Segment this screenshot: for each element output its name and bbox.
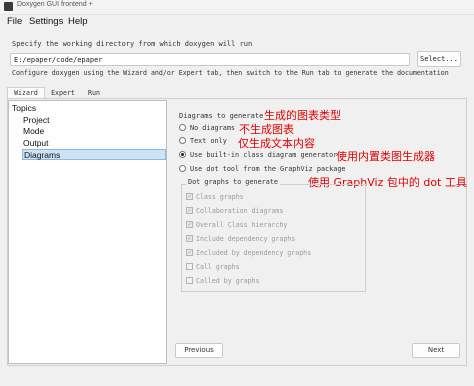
checkbox-call-graphs: Call graphs [186, 262, 240, 274]
radio-selected-icon [179, 150, 186, 158]
topic-mode[interactable]: Mode [23, 126, 44, 136]
checkbox-included-by: ✓ Included by dependency graphs [186, 248, 312, 257]
tab-run[interactable]: Run [80, 88, 108, 98]
configure-hint: Configure doxygen using the Wizard and/o… [12, 69, 449, 77]
checkbox-icon: ✓ [186, 206, 193, 214]
radio-icon [179, 136, 186, 144]
previous-button[interactable]: Previous [175, 343, 223, 358]
checkbox-icon [186, 276, 193, 284]
title-bar: Doxygen GUI frontend + [0, 0, 474, 15]
select-button[interactable]: Select... [417, 51, 461, 67]
checkbox-icon: ✓ [186, 220, 193, 228]
dot-graphs-title: Dot graphs to generate [186, 178, 281, 186]
menu-bar: File Settings Help [0, 14, 474, 30]
option-builtin-generator[interactable]: Use built-in class diagram generator [179, 150, 337, 163]
diagrams-title: Diagrams to generate [179, 112, 264, 120]
menu-settings[interactable]: Settings [29, 16, 63, 27]
topic-diagrams[interactable]: Diagrams [22, 149, 166, 160]
checkbox-called-by: Called by graphs [186, 276, 260, 288]
menu-help[interactable]: Help [68, 16, 88, 27]
annotation-builtin: 使用内置类图生成器 [336, 150, 435, 163]
menu-file[interactable]: File [7, 16, 22, 27]
checkbox-include-deps: ✓ Include dependency graphs [186, 234, 296, 243]
radio-icon [179, 164, 186, 172]
annotation-text-only: 仅生成文本内容 [238, 137, 315, 150]
radio-icon [179, 123, 186, 131]
app-icon [4, 2, 13, 11]
checkbox-icon [186, 262, 193, 270]
window-title: Doxygen GUI frontend + [17, 1, 93, 8]
checkbox-icon: ✓ [186, 192, 193, 200]
checkbox-icon: ✓ [186, 234, 193, 242]
option-no-diagrams[interactable]: No diagrams [179, 123, 235, 136]
topic-output[interactable]: Output [23, 138, 49, 148]
topics-header: Topics [12, 103, 37, 113]
checkbox-class-hierarchy: ✓ Overall Class hierarchy [186, 220, 288, 229]
option-text-only[interactable]: Text only [179, 136, 227, 149]
topic-project[interactable]: Project [23, 115, 49, 125]
checkbox-collaboration: ✓ Collaboration diagrams [186, 206, 284, 215]
topics-tree[interactable]: Topics Project Mode Output Diagrams [8, 100, 167, 364]
checkbox-icon: ✓ [186, 248, 193, 256]
next-button[interactable]: Next [412, 343, 460, 358]
working-dir-input[interactable]: E:/epaper/code/epaper [10, 53, 410, 66]
checkbox-class-graphs: ✓ Class graphs [186, 192, 244, 201]
tab-expert[interactable]: Expert [46, 88, 80, 98]
working-dir-label: Specify the working directory from which… [12, 40, 253, 48]
